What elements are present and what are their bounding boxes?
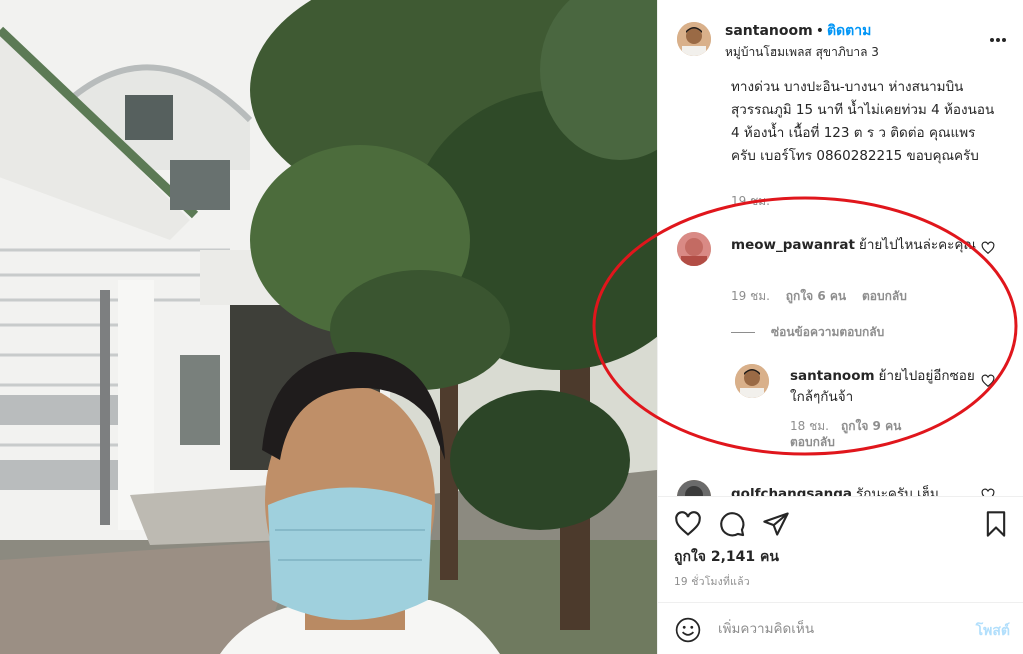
comment-likes[interactable]: ถูกใจ 9 คน bbox=[841, 419, 901, 433]
comment-body: ย้ายไปไหนล่ะคะคุณ bbox=[858, 237, 976, 253]
heart-icon[interactable] bbox=[981, 488, 995, 496]
avatar[interactable] bbox=[677, 480, 711, 496]
comment-time[interactable]: 18 ชม. bbox=[790, 419, 829, 433]
comment-time[interactable]: 19 ชม. bbox=[731, 289, 770, 303]
bookmark-icon[interactable] bbox=[982, 510, 1010, 538]
avatar[interactable] bbox=[735, 364, 769, 398]
heart-icon[interactable] bbox=[674, 510, 702, 538]
header-line: santanoom • ติดตาม bbox=[725, 20, 871, 42]
reply-button[interactable]: ตอบกลับ bbox=[862, 289, 907, 303]
post-photo[interactable] bbox=[0, 0, 657, 654]
likes-count[interactable]: ถูกใจ 2,141 คน bbox=[674, 546, 779, 568]
reply-button[interactable]: ตอบกลับ bbox=[790, 435, 835, 449]
hide-replies-button[interactable]: ซ่อนข้อความตอบกลับ bbox=[731, 323, 884, 342]
hide-replies-label: ซ่อนข้อความตอบกลับ bbox=[771, 325, 885, 339]
comment-username[interactable]: santanoom bbox=[790, 368, 875, 384]
comment-text: meow_pawanrat ย้ายไปไหนล่ะคะคุณ bbox=[731, 235, 991, 256]
post-author-username[interactable]: santanoom bbox=[725, 23, 813, 39]
separator-dot: • bbox=[815, 23, 824, 39]
comment-likes[interactable]: ถูกใจ 6 คน bbox=[786, 289, 846, 303]
avatar[interactable] bbox=[677, 232, 711, 266]
post-comment-button[interactable]: โพสต์ bbox=[976, 620, 1010, 642]
divider-line bbox=[731, 332, 755, 333]
comment-username[interactable]: meow_pawanrat bbox=[731, 237, 855, 253]
comment-meta: 18 ชม. ถูกใจ 9 คน ตอบกลับ bbox=[790, 418, 980, 450]
post-timestamp[interactable]: 19 ชั่วโมงที่แล้ว bbox=[674, 573, 750, 590]
more-icon[interactable] bbox=[988, 30, 1008, 50]
post-side-panel: santanoom • ติดตาม หมู่บ้านโฮมเพลส สุขาภิบ… bbox=[657, 0, 1023, 654]
post-location[interactable]: หมู่บ้านโฮมเพลส สุขาภิบาล 3 bbox=[725, 43, 879, 62]
divider bbox=[658, 496, 1023, 497]
add-comment-bar: โพสต์ bbox=[658, 603, 1023, 654]
post-header: santanoom • ติดตาม หมู่บ้านโฮมเพลส สุขาภิบ… bbox=[658, 0, 1023, 76]
heart-icon[interactable] bbox=[981, 374, 995, 388]
comment-body: รักนะครับ เฮ็ม bbox=[855, 486, 939, 496]
reply-text: santanoom ย้ายไปอยู่อีกซอยใกล้ๆกันจ้า bbox=[790, 366, 980, 408]
caption-timestamp[interactable]: 19 ชม. bbox=[731, 192, 770, 211]
action-bar bbox=[658, 506, 1023, 546]
comment-meta: 19 ชม. ถูกใจ 6 คน ตอบกลับ bbox=[731, 287, 919, 306]
photo-illustration bbox=[0, 0, 657, 654]
comment-icon[interactable] bbox=[718, 510, 746, 538]
emoji-icon[interactable] bbox=[675, 617, 701, 643]
comment-input[interactable] bbox=[718, 617, 948, 641]
post-caption: ทางด่วน บางปะอิน-บางนา ห่างสนามบินสุวรรณ… bbox=[731, 79, 995, 164]
comment-username[interactable]: golfchangsanga bbox=[731, 486, 852, 496]
comment-text: golfchangsanga รักนะครับ เฮ็ม bbox=[731, 482, 991, 496]
avatar[interactable] bbox=[677, 22, 711, 56]
follow-button[interactable]: ติดตาม bbox=[827, 23, 871, 39]
heart-icon[interactable] bbox=[981, 241, 995, 255]
share-icon[interactable] bbox=[762, 510, 790, 538]
comments-section[interactable]: ทางด่วน บางปะอิน-บางนา ห่างสนามบินสุวรรณ… bbox=[658, 76, 1023, 496]
